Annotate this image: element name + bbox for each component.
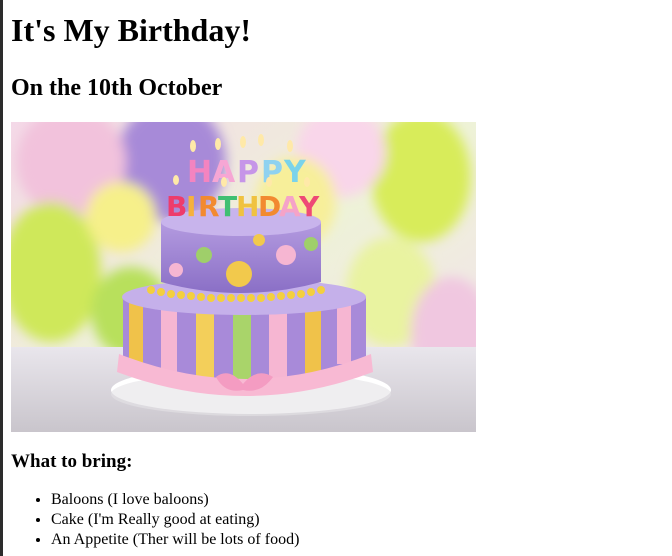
svg-text:H: H [236,190,259,223]
bring-list: Baloons (I love baloons) Cake (I'm Reall… [11,490,661,550]
svg-text:A: A [279,190,301,223]
list-item: Baloons (I love baloons) [51,490,661,510]
svg-text:Y: Y [298,190,320,223]
svg-text:B: B [166,190,187,223]
svg-text:P: P [237,155,259,190]
svg-text:I: I [186,190,196,223]
list-item: Cake (I'm Really good at eating) [51,510,661,530]
list-item: An Appetite (Ther will be lots of food) [51,530,661,550]
svg-text:Y: Y [283,155,307,190]
page-subtitle: On the 10th October [11,75,223,101]
page-content: It's My Birthday! On the 10th October H … [11,0,661,550]
svg-text:D: D [258,190,281,223]
birthday-cake-photo: H A P P Y B I R T H D A Y [11,122,476,432]
svg-text:P: P [261,155,283,190]
page-title: It's My Birthday! [11,12,251,48]
birthday-candles: B I R T H D A Y [166,190,320,223]
window-left-edge [0,0,3,556]
happy-candles: H A P P Y [187,155,307,190]
svg-text:H: H [187,155,212,190]
svg-text:T: T [218,190,237,223]
svg-text:R: R [198,190,220,223]
section-heading: What to bring: [11,451,133,472]
